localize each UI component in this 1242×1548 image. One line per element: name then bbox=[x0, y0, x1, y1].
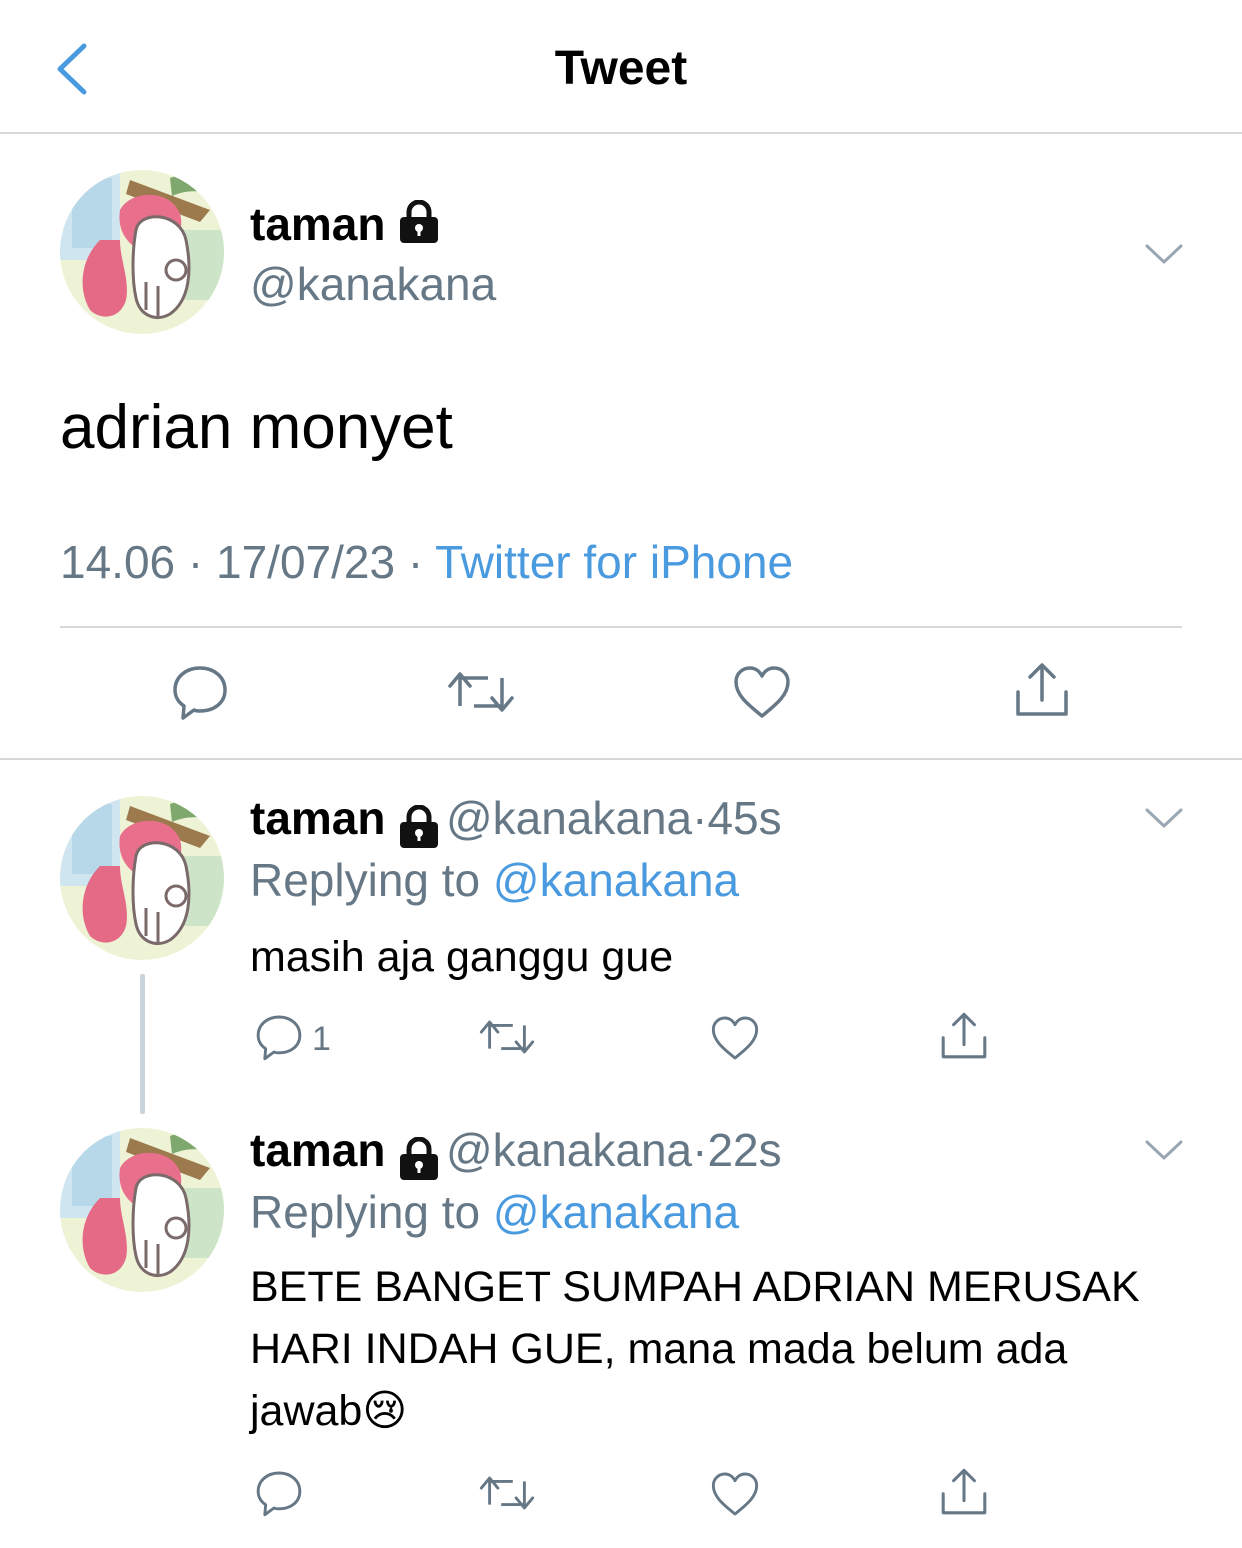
author-handle[interactable]: @kanakana bbox=[250, 256, 496, 312]
share-icon[interactable] bbox=[938, 1466, 990, 1523]
tweet-date: 17/07/23 bbox=[216, 536, 396, 588]
lock-icon bbox=[397, 1137, 441, 1186]
meta-separator: · bbox=[187, 536, 204, 588]
meta-separator: · bbox=[692, 792, 708, 844]
divider bbox=[0, 758, 1242, 760]
retweet-icon[interactable] bbox=[478, 1012, 536, 1067]
chevron-down-icon[interactable] bbox=[1144, 1138, 1184, 1162]
avatar[interactable] bbox=[60, 1128, 224, 1292]
reply-header[interactable]: taman @kanakana·45s bbox=[250, 790, 782, 854]
heart-icon[interactable] bbox=[732, 664, 792, 725]
reply-header[interactable]: taman @kanakana·22s bbox=[250, 1122, 782, 1186]
share-icon[interactable] bbox=[1012, 660, 1072, 725]
tweet-text: adrian monyet bbox=[60, 393, 453, 462]
retweet-icon[interactable] bbox=[446, 662, 516, 727]
reply-time: 45s bbox=[707, 792, 782, 844]
comment-icon bbox=[254, 1012, 304, 1067]
replying-handle-link[interactable]: @kanakana bbox=[493, 854, 739, 906]
reply-time: 22s bbox=[707, 1124, 782, 1176]
author-handle: @kanakana bbox=[445, 792, 693, 844]
replying-label: Replying to bbox=[250, 854, 481, 906]
reply-action[interactable]: 1 bbox=[254, 1012, 331, 1067]
replying-to: Replying to @kanakana bbox=[250, 1184, 739, 1240]
page-title: Tweet bbox=[554, 42, 688, 95]
retweet-icon[interactable] bbox=[478, 1468, 536, 1523]
replying-to: Replying to @kanakana bbox=[250, 852, 739, 908]
share-icon[interactable] bbox=[938, 1010, 990, 1067]
author-name: taman bbox=[250, 1124, 386, 1176]
chevron-down-icon[interactable] bbox=[1144, 242, 1184, 266]
author-name: taman bbox=[250, 792, 386, 844]
reply-text: masih aja ganggu gue bbox=[250, 933, 674, 981]
comment-icon[interactable] bbox=[170, 662, 230, 727]
tweet-source-link[interactable]: Twitter for iPhone bbox=[435, 536, 793, 588]
replying-label: Replying to bbox=[250, 1186, 481, 1238]
thread-connector bbox=[140, 974, 145, 1114]
comment-icon[interactable] bbox=[254, 1468, 304, 1523]
avatar[interactable] bbox=[60, 170, 224, 334]
meta-separator: · bbox=[692, 1124, 708, 1176]
meta-separator: · bbox=[407, 536, 424, 588]
lock-icon bbox=[397, 200, 441, 256]
chevron-down-icon[interactable] bbox=[1144, 806, 1184, 830]
author-name: taman bbox=[250, 198, 386, 250]
reply-text: BETE BANGET SUMPAH ADRIAN MERUSAK HARI I… bbox=[250, 1263, 1140, 1435]
tweet-time: 14.06 bbox=[60, 536, 176, 588]
replying-handle-link[interactable]: @kanakana bbox=[493, 1186, 739, 1238]
author-handle: @kanakana bbox=[445, 1124, 693, 1176]
reply-count: 1 bbox=[312, 1020, 331, 1058]
heart-icon[interactable] bbox=[710, 1470, 760, 1523]
divider bbox=[60, 626, 1182, 628]
heart-icon[interactable] bbox=[710, 1014, 760, 1067]
avatar[interactable] bbox=[60, 796, 224, 960]
author-name-row[interactable]: taman bbox=[250, 196, 441, 256]
lock-icon bbox=[397, 805, 441, 854]
tweet-meta: 14.06 · 17/07/23 · Twitter for iPhone bbox=[60, 534, 793, 590]
